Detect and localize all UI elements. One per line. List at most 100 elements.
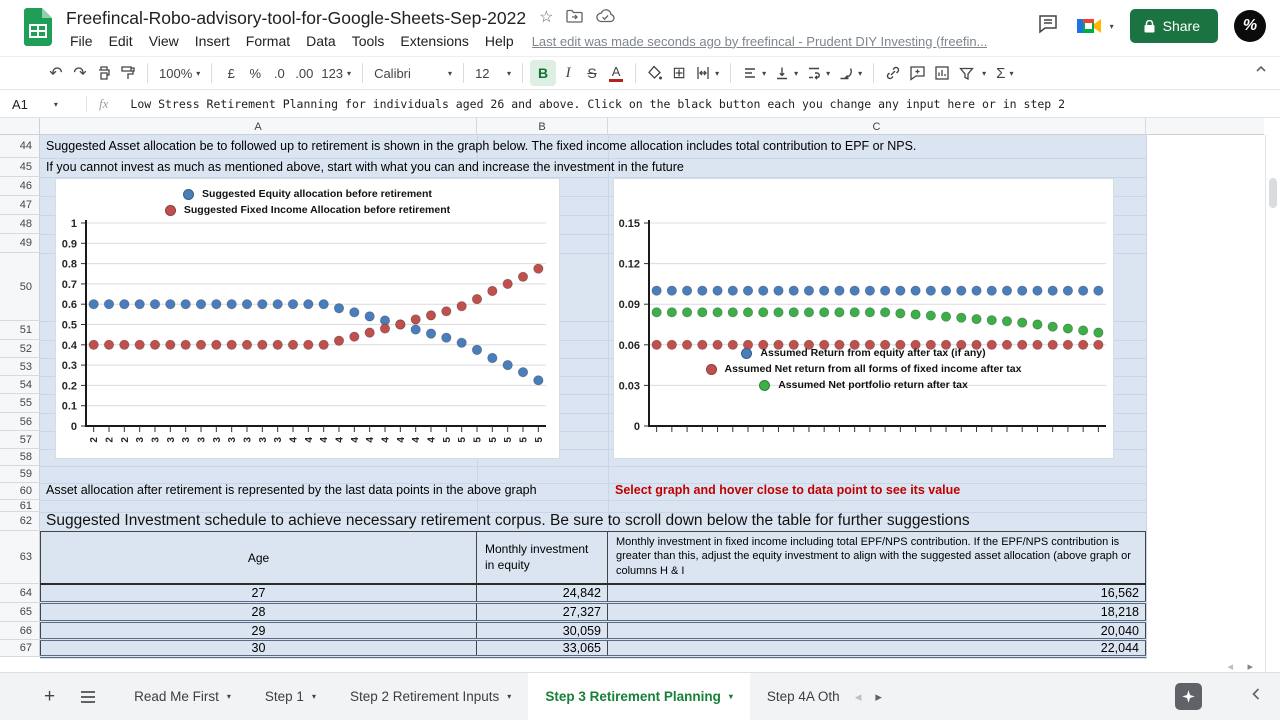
star-icon[interactable]: ☆ [539,10,553,26]
meet-dropdown-icon[interactable]: ▾ [1110,22,1114,31]
row-header-60[interactable]: 60 [0,483,40,500]
increase-decimal-button[interactable]: .00 [291,60,317,86]
table-cell[interactable]: 24,842 [477,585,608,601]
row-header-45[interactable]: 45 [0,158,40,177]
cell-a45-text[interactable]: If you cannot invest as much as mentione… [46,158,684,177]
row-header-46[interactable]: 46 [0,177,40,196]
cell-c60-note[interactable]: Select graph and hover close to data poi… [615,481,960,500]
column-header-C[interactable]: C [608,118,1146,135]
borders-button[interactable]: ⊞ [667,60,691,86]
italic-button[interactable]: I [556,60,580,86]
select-all-corner[interactable] [0,118,40,135]
menu-view[interactable]: View [141,32,187,50]
name-box[interactable]: A1▾ [0,97,86,112]
cell-a62-text[interactable]: Suggested Investment schedule to achieve… [46,511,970,531]
sheet-tab-step-2-retirement-inputs[interactable]: Step 2 Retirement Inputs▾ [333,673,528,720]
sheets-logo-icon[interactable] [24,8,52,51]
filter-dropdown-icon[interactable]: ▾ [982,69,986,78]
row-header-59[interactable]: 59 [0,466,40,483]
paint-format-button[interactable] [116,60,140,86]
vertical-scrollbar[interactable] [1265,135,1280,672]
text-rotation-button[interactable]: ▾ [834,60,866,86]
menu-data[interactable]: Data [298,32,344,50]
cell-a60-text[interactable]: Asset allocation after retirement is rep… [46,481,537,500]
account-avatar[interactable]: % [1234,10,1266,42]
table-cell[interactable]: 29 [40,623,477,638]
table-header-cell[interactable]: Age [40,532,477,583]
bold-button[interactable]: B [530,60,556,86]
row-header-58[interactable]: 58 [0,449,40,466]
tab-menu-icon[interactable]: ▾ [507,692,511,701]
row-header-54[interactable]: 54 [0,376,40,394]
filter-button[interactable] [954,60,978,86]
more-formats-button[interactable]: 123▾ [317,60,355,86]
insert-chart-button[interactable] [930,60,954,86]
row-header-66[interactable]: 66 [0,622,40,640]
row-header-52[interactable]: 52 [0,340,40,358]
table-cell[interactable]: 28 [40,604,477,620]
cloud-saved-icon[interactable] [596,9,615,27]
move-to-folder-icon[interactable] [566,9,583,27]
tabs-scroll-right-icon[interactable]: ▸ [875,689,882,705]
font-size-select[interactable]: 12▾ [471,60,515,86]
menu-file[interactable]: File [62,32,101,50]
horizontal-align-button[interactable]: ▾ [738,60,770,86]
menu-edit[interactable]: Edit [101,32,141,50]
row-header-48[interactable]: 48 [0,215,40,234]
row-header-57[interactable]: 57 [0,431,40,449]
row-header-62[interactable]: 62 [0,512,40,531]
tab-menu-icon[interactable]: ▾ [227,692,231,701]
row-header-53[interactable]: 53 [0,358,40,376]
row-header-63[interactable]: 63 [0,531,40,584]
row-header-50[interactable]: 50 [0,253,40,321]
column-header-B[interactable]: B [477,118,608,135]
table-cell[interactable]: 22,044 [608,641,1146,655]
meet-video-icon[interactable]: ▾ [1076,16,1114,36]
table-header-cell[interactable]: Monthly investment in fixed income inclu… [608,532,1146,583]
cell-a44-text[interactable]: Suggested Asset allocation be to followe… [46,135,916,158]
sheet-tab-step-1[interactable]: Step 1▾ [248,673,333,720]
strikethrough-button[interactable]: S [580,60,604,86]
last-edit-link[interactable]: Last edit was made seconds ago by freefi… [532,34,988,49]
scroll-right-icon[interactable]: ▸ [1247,660,1253,672]
format-currency-button[interactable]: £ [219,60,243,86]
table-cell[interactable]: 18,218 [608,604,1146,620]
scroll-left-icon[interactable]: ◂ [1227,660,1233,672]
zoom-select[interactable]: 100%▾ [155,60,204,86]
table-cell[interactable]: 27,327 [477,604,608,620]
formula-input[interactable]: Low Stress Retirement Planning for indiv… [122,97,1065,111]
menu-extensions[interactable]: Extensions [392,32,476,50]
add-sheet-button[interactable]: + [44,686,55,708]
decrease-decimal-button[interactable]: .0 [267,60,291,86]
row-header-61[interactable]: 61 [0,500,40,512]
menu-help[interactable]: Help [477,32,522,50]
table-header-cell[interactable]: Monthly investment in equity [477,532,608,583]
row-header-56[interactable]: 56 [0,413,40,431]
row-header-67[interactable]: 67 [0,640,40,657]
sheet-tab-step-3-retirement-planning[interactable]: Step 3 Retirement Planning▾ [528,673,750,720]
show-side-panel-icon[interactable] [1250,686,1262,707]
insert-comment-button[interactable] [905,60,930,86]
share-button[interactable]: Share [1130,9,1218,43]
print-button[interactable] [92,60,116,86]
row-header-55[interactable]: 55 [0,394,40,413]
table-cell[interactable]: 30 [40,641,477,655]
functions-button[interactable]: Σ▾ [992,60,1017,86]
format-percent-button[interactable]: % [243,60,267,86]
undo-button[interactable]: ↶ [44,60,68,86]
comment-history-icon[interactable] [1038,14,1060,39]
redo-button[interactable]: ↷ [68,60,92,86]
table-cell[interactable]: 27 [40,585,477,601]
returns-chart[interactable]: Assumed Return from equity after tax (if… [613,178,1114,459]
tabs-scroll-left-icon[interactable]: ◂ [855,689,862,705]
text-wrap-button[interactable]: ▾ [802,60,834,86]
row-header-49[interactable]: 49 [0,234,40,253]
tab-menu-icon[interactable]: ▾ [729,692,733,701]
vertical-align-button[interactable]: ▾ [770,60,802,86]
tab-menu-icon[interactable]: ▾ [312,692,316,701]
table-cell[interactable]: 30,059 [477,623,608,638]
sheet-tab-step-4a-oth[interactable]: Step 4A Oth [750,673,847,720]
table-cell[interactable]: 20,040 [608,623,1146,638]
font-select[interactable]: Calibri▾ [370,60,456,86]
row-header-51[interactable]: 51 [0,321,40,340]
